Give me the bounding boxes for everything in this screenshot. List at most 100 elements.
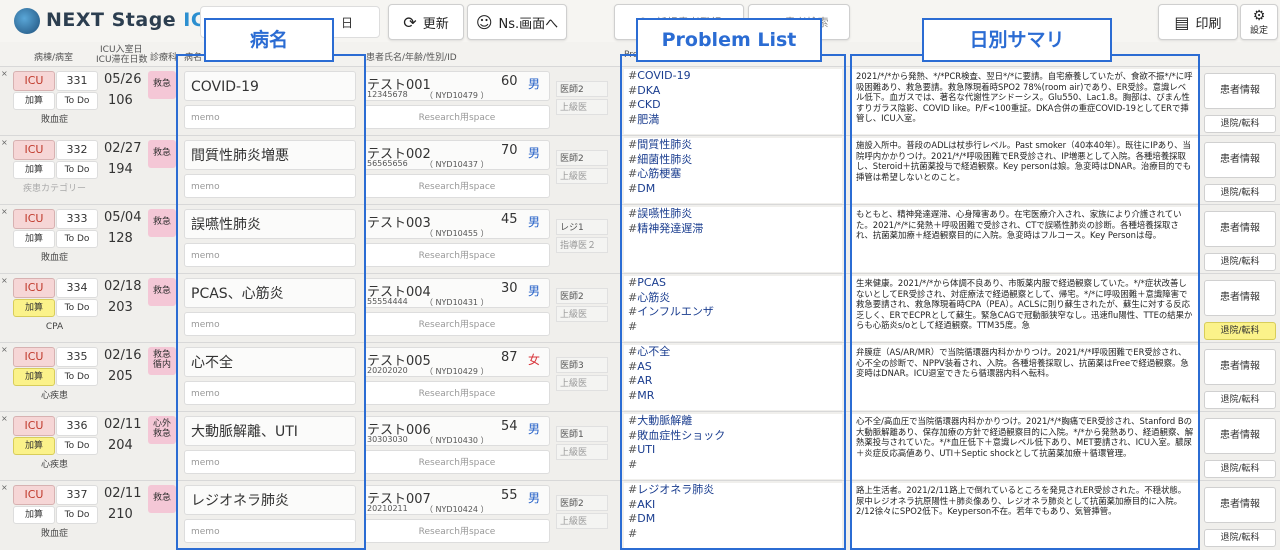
todo-button[interactable]: To Do	[56, 230, 98, 248]
icu-stay-days: 204	[108, 438, 133, 453]
attending-doctor[interactable]: 医師3	[556, 357, 608, 373]
remove-row-icon[interactable]: ×	[1, 414, 8, 423]
disease-category[interactable]: 敗血症	[13, 250, 96, 266]
patient-card[interactable]: テスト004 55554444 （ NYD10431 ） 30 男	[364, 278, 550, 308]
attending-doctor[interactable]: 医師1	[556, 426, 608, 442]
discharge-transfer-button[interactable]: 退院/転科	[1204, 253, 1276, 271]
research-field[interactable]: Research用space	[364, 381, 550, 405]
senior-doctor[interactable]: 上級医	[556, 99, 608, 115]
patient-info-button[interactable]: 患者情報	[1204, 418, 1276, 454]
patient-sex: 男	[528, 215, 541, 229]
research-field[interactable]: Research用space	[364, 105, 550, 129]
patient-sex: 男	[528, 422, 541, 436]
icu-admission-date: 05/26	[104, 72, 142, 87]
icu-stay-days: 210	[108, 507, 133, 522]
remove-row-icon[interactable]: ×	[1, 276, 8, 285]
add-on-button[interactable]: 加算	[13, 506, 55, 524]
patient-nyd: （ NYD10455 ）	[425, 229, 489, 238]
department-badge: 心外 救急	[148, 416, 176, 444]
disease-category[interactable]: 心疾患	[13, 457, 96, 473]
unit-badge: ICU	[13, 140, 55, 160]
todo-button[interactable]: To Do	[56, 299, 98, 317]
add-on-button[interactable]: 加算	[13, 230, 55, 248]
research-field[interactable]: Research用space	[364, 450, 550, 474]
remove-row-icon[interactable]: ×	[1, 69, 8, 78]
discharge-transfer-button[interactable]: 退院/転科	[1204, 391, 1276, 409]
senior-doctor[interactable]: 上級医	[556, 375, 608, 391]
unit-badge: ICU	[13, 71, 55, 91]
bed-number: 333	[56, 209, 98, 229]
add-on-button[interactable]: 加算	[13, 368, 55, 386]
patient-nyd: （ NYD10429 ）	[425, 367, 489, 376]
icu-stay-days: 194	[108, 162, 133, 177]
refresh-icon: ⟳	[403, 12, 417, 32]
senior-doctor[interactable]: 上級医	[556, 444, 608, 460]
discharge-transfer-button[interactable]: 退院/転科	[1204, 529, 1276, 547]
senior-doctor[interactable]: 上級医	[556, 306, 608, 322]
disease-category[interactable]: 疾患カテゴリー	[13, 181, 96, 197]
remove-row-icon[interactable]: ×	[1, 483, 8, 492]
disease-category[interactable]: 心疾患	[13, 388, 96, 404]
patient-id: 30303030	[367, 435, 408, 444]
settings-button[interactable]: ⚙ 設定	[1240, 4, 1278, 40]
patient-card[interactable]: テスト001 12345678 （ NYD10479 ） 60 男	[364, 71, 550, 101]
patient-info-button[interactable]: 患者情報	[1204, 349, 1276, 385]
attending-doctor[interactable]: レジ1	[556, 219, 608, 235]
add-on-button[interactable]: 加算	[13, 299, 55, 317]
todo-button[interactable]: To Do	[56, 368, 98, 386]
remove-row-icon[interactable]: ×	[1, 138, 8, 147]
attending-doctor[interactable]: 医師2	[556, 81, 608, 97]
attending-doctor[interactable]: 医師2	[556, 150, 608, 166]
research-field[interactable]: Research用space	[364, 243, 550, 267]
add-on-button[interactable]: 加算	[13, 161, 55, 179]
disease-category[interactable]: CPA	[13, 319, 96, 335]
todo-button[interactable]: To Do	[56, 506, 98, 524]
research-field[interactable]: Research用space	[364, 312, 550, 336]
patient-info-button[interactable]: 患者情報	[1204, 280, 1276, 316]
patient-card[interactable]: テスト006 30303030 （ NYD10430 ） 54 男	[364, 416, 550, 446]
discharge-transfer-button[interactable]: 退院/転科	[1204, 460, 1276, 478]
senior-doctor[interactable]: 上級医	[556, 513, 608, 529]
discharge-transfer-button[interactable]: 退院/転科	[1204, 184, 1276, 202]
patient-info-button[interactable]: 患者情報	[1204, 73, 1276, 109]
research-field[interactable]: Research用space	[364, 519, 550, 543]
patient-card[interactable]: テスト002 56565656 （ NYD10437 ） 70 男	[364, 140, 550, 170]
patient-id: 56565656	[367, 159, 408, 168]
patient-info-button[interactable]: 患者情報	[1204, 142, 1276, 178]
patient-card[interactable]: テスト003 （ NYD10455 ） 45 男	[364, 209, 550, 239]
patient-id: 12345678	[367, 90, 408, 99]
icu-stay-days: 205	[108, 369, 133, 384]
attending-doctor[interactable]: 医師2	[556, 288, 608, 304]
remove-row-icon[interactable]: ×	[1, 345, 8, 354]
todo-button[interactable]: To Do	[56, 92, 98, 110]
research-field[interactable]: Research用space	[364, 174, 550, 198]
bed-number: 337	[56, 485, 98, 505]
remove-row-icon[interactable]: ×	[1, 207, 8, 216]
icu-stay-days: 203	[108, 300, 133, 315]
patient-info-button[interactable]: 患者情報	[1204, 487, 1276, 523]
nurse-screen-button[interactable]: ☺ Ns.画面へ	[467, 4, 567, 40]
unit-badge: ICU	[13, 209, 55, 229]
attending-doctor[interactable]: 医師2	[556, 495, 608, 511]
print-button[interactable]: ▤ 印刷	[1158, 4, 1238, 40]
add-on-button[interactable]: 加算	[13, 437, 55, 455]
discharge-transfer-button[interactable]: 退院/転科	[1204, 322, 1276, 340]
disease-category[interactable]: 敗血症	[13, 526, 96, 542]
todo-button[interactable]: To Do	[56, 161, 98, 179]
logo-icon	[14, 8, 40, 34]
bed-number: 335	[56, 347, 98, 367]
patient-card[interactable]: テスト007 20210211 （ NYD10424 ） 55 男	[364, 485, 550, 515]
patient-info-button[interactable]: 患者情報	[1204, 211, 1276, 247]
senior-doctor[interactable]: 指導医２	[556, 237, 608, 253]
icu-admission-date: 05/04	[104, 210, 142, 225]
department-badge: 救急	[148, 140, 176, 168]
patient-id: 20202020	[367, 366, 408, 375]
add-on-button[interactable]: 加算	[13, 92, 55, 110]
patient-card[interactable]: テスト005 20202020 （ NYD10429 ） 87 女	[364, 347, 550, 377]
senior-doctor[interactable]: 上級医	[556, 168, 608, 184]
disease-category[interactable]: 敗血症	[13, 112, 96, 128]
dx-overlay-label: 病名	[204, 18, 334, 62]
todo-button[interactable]: To Do	[56, 437, 98, 455]
refresh-button[interactable]: ⟳ 更新	[388, 4, 464, 40]
discharge-transfer-button[interactable]: 退院/転科	[1204, 115, 1276, 133]
